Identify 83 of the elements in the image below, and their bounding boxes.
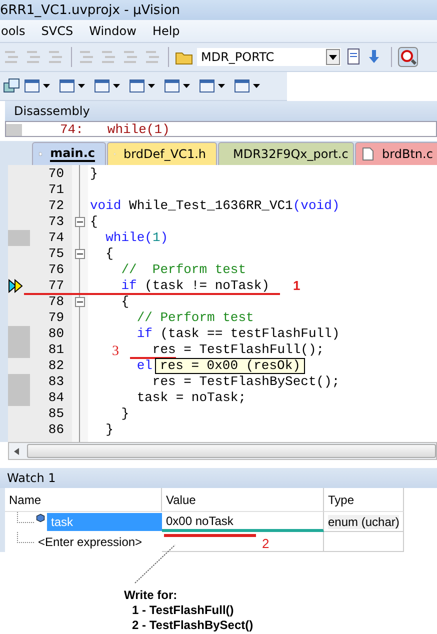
watch-type: enum (uchar) (328, 514, 400, 528)
code-line: res = TestFlashFull(); (152, 343, 324, 357)
line-number: 79 (47, 311, 64, 325)
line-number: 84 (47, 391, 64, 405)
code-line: } (106, 423, 114, 437)
file-tab[interactable]: brdBtn.c (355, 142, 437, 165)
caret-icon (329, 54, 337, 60)
note-item: 1 - TestFlashFull() (131, 603, 235, 618)
panel-title: Disassembly (14, 104, 90, 118)
code-line: { (106, 247, 114, 261)
menu-item[interactable]: ools (1, 24, 26, 38)
annotation-number: 3 (112, 344, 119, 360)
line-number: 71 (47, 183, 64, 197)
menu-item[interactable]: SVCS (41, 24, 74, 38)
value-tooltip: res = 0x00 (resOk) (155, 358, 306, 374)
watch-name[interactable]: <Enter expression> (36, 533, 144, 551)
line-number: 77 (47, 279, 64, 293)
line-number: 75 (47, 247, 64, 261)
line-number: 73 (47, 215, 64, 229)
file-tab[interactable]: main.c (32, 142, 106, 165)
collapse-icon[interactable] (75, 297, 85, 307)
caret-icon[interactable] (78, 84, 85, 88)
line-number: 70 (47, 167, 64, 181)
code-line: // Perform test (136, 311, 254, 325)
column-header[interactable]: Name (5, 488, 162, 512)
caret-icon[interactable] (183, 84, 190, 88)
line-number: 83 (47, 375, 64, 389)
caret-icon[interactable] (253, 84, 260, 88)
line-number: 81 (47, 343, 64, 357)
horizontal-scrollbar[interactable] (8, 442, 437, 460)
code-line: { (121, 295, 130, 309)
line-number: 74 (47, 231, 64, 245)
target-combo[interactable]: MDR_PORTC (197, 48, 341, 66)
code-line: } (90, 167, 98, 181)
window-icon[interactable] (234, 79, 250, 93)
code-line: if (task == testFlashFull) (136, 327, 340, 341)
menu-item[interactable]: Help (152, 24, 180, 38)
line-number: 86 (47, 423, 64, 437)
annotation-number: 2 (262, 536, 270, 551)
code-line: el (136, 359, 152, 373)
line-number: 72 (47, 199, 64, 213)
note-item: 2 - TestFlashBySect() (131, 618, 254, 633)
code-line: res = TestFlashBySect(); (152, 375, 340, 389)
file-tab[interactable]: brdDef_VC1.h (107, 142, 217, 165)
note-title: Write for: (124, 588, 178, 603)
annotation-number: 1 (293, 278, 300, 293)
caret-icon[interactable] (218, 84, 225, 88)
caret-icon[interactable] (148, 84, 155, 88)
line-number: 76 (47, 263, 64, 277)
collapse-icon[interactable] (75, 217, 85, 227)
code-line: } (121, 407, 130, 421)
file-tab[interactable]: MDR32F9Qx_port.c (218, 142, 354, 165)
window-icon[interactable] (199, 79, 215, 93)
code-line: task = noTask; (136, 391, 246, 405)
code-line: while(1) (106, 231, 168, 245)
windows-icon[interactable] (3, 77, 21, 95)
window-icon[interactable] (164, 79, 180, 93)
window-title: 6RR1_VC1.uvprojx - µVision (0, 2, 180, 18)
code-line: while(1) (107, 124, 170, 136)
window-icon[interactable] (129, 79, 145, 93)
line-number: 78 (47, 295, 64, 309)
file-icon (362, 147, 374, 161)
menu-item[interactable]: Window (89, 24, 136, 38)
panel-title: Watch 1 (7, 471, 56, 485)
line-number: 80 (47, 327, 64, 341)
line-number: 85 (47, 407, 64, 421)
column-header[interactable]: Type (324, 488, 404, 512)
scroll-left-icon[interactable] (14, 448, 19, 454)
code-line: if (task != noTask) (121, 279, 270, 293)
code-line: void While_Test_1636RR_VC1(void) (90, 199, 340, 213)
debug-icon[interactable] (398, 47, 418, 67)
caret-icon[interactable] (43, 84, 50, 88)
window-icon[interactable] (24, 79, 40, 93)
line-number: 82 (47, 359, 64, 373)
code-line: // Perform test (121, 263, 246, 277)
collapse-icon[interactable] (75, 249, 85, 259)
caret-icon[interactable] (113, 84, 120, 88)
line-number: 74: (60, 124, 84, 136)
code-line: { (90, 215, 98, 229)
watch-value: 0x00 noTask (166, 514, 234, 528)
column-header[interactable]: Value (162, 488, 324, 512)
window-icon[interactable] (59, 79, 75, 93)
window-icon[interactable] (94, 79, 110, 93)
